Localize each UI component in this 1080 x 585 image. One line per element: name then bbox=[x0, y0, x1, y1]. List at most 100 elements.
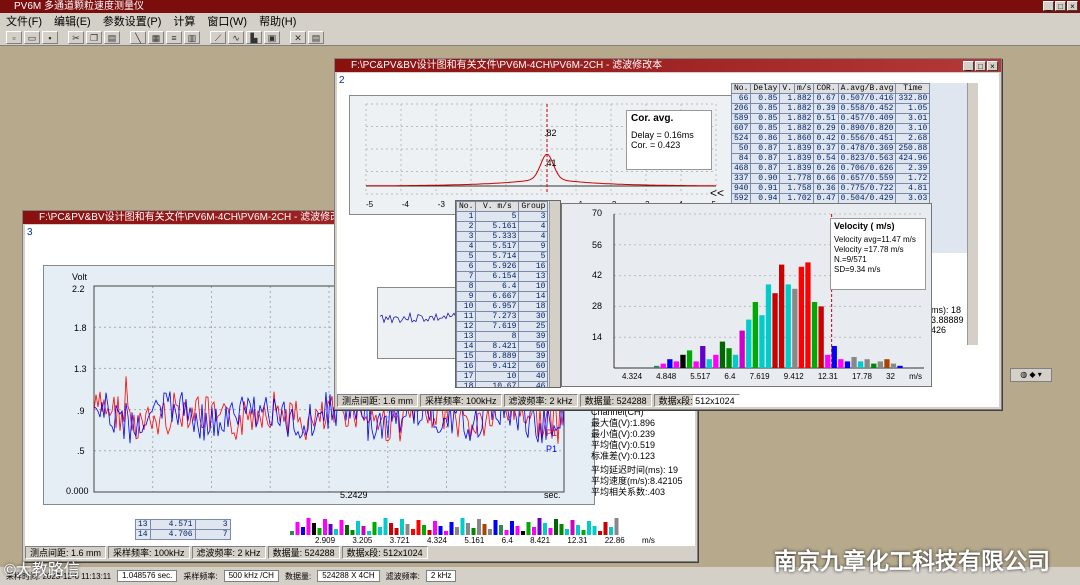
histogram-bar bbox=[449, 522, 454, 535]
x-tick: 9.412 bbox=[783, 372, 804, 381]
signal-icon[interactable]: ∿ bbox=[228, 30, 244, 44]
close-button[interactable]: × bbox=[987, 61, 998, 71]
cell: 1.839 bbox=[779, 163, 815, 174]
cell: 337 bbox=[731, 173, 752, 184]
menu-window[interactable]: 窗口(W) bbox=[201, 13, 253, 29]
menu-edit[interactable]: 编辑(E) bbox=[48, 13, 97, 29]
table-row[interactable]: 12 7.619 25 bbox=[456, 321, 549, 332]
app-title: PV6M 多通道颗粒速度测量仪 bbox=[14, 1, 145, 12]
column-header[interactable]: No. bbox=[731, 83, 752, 94]
open-icon[interactable]: ▭ bbox=[24, 30, 40, 44]
table-row[interactable]: 13 4.571 3 bbox=[135, 519, 231, 530]
pair-table-scrollbar[interactable] bbox=[967, 83, 978, 345]
menu-params[interactable]: 参数设置(P) bbox=[97, 13, 168, 29]
column-header[interactable]: V. m/s bbox=[475, 201, 520, 212]
sample-rate-field[interactable]: 500 kHz /CH bbox=[223, 570, 279, 582]
column-header[interactable]: Group bbox=[518, 201, 549, 212]
table-row[interactable]: 8 6.4 10 bbox=[456, 281, 549, 292]
list-icon[interactable]: ≡ bbox=[166, 30, 182, 44]
close-button[interactable]: × bbox=[1067, 1, 1078, 11]
table-row[interactable]: 84 0.87 1.839 0.54 0.823/0.563 424.96 bbox=[731, 153, 931, 164]
group-table-scrollbar[interactable] bbox=[549, 201, 560, 387]
table-row[interactable]: 153 bbox=[456, 211, 549, 222]
table-row[interactable]: 2 5.161 4 bbox=[456, 221, 549, 232]
table-header-row: No. V. m/s Group bbox=[456, 201, 549, 212]
column-header[interactable]: m/s bbox=[794, 83, 815, 94]
table-row[interactable]: 14 8.421 50 bbox=[456, 341, 549, 352]
table-row[interactable]: 592 0.94 1.702 0.47 0.504/0.429 3.03 bbox=[731, 193, 931, 204]
histogram-bar bbox=[466, 523, 470, 535]
collapse-arrow[interactable]: << bbox=[710, 186, 724, 200]
table-row[interactable]: 589 0.85 1.882 0.51 0.457/0.409 3.01 bbox=[731, 113, 931, 124]
table-row[interactable]: 18 10.67 46 bbox=[456, 381, 549, 387]
table-row[interactable]: 10 6.957 18 bbox=[456, 301, 549, 312]
mini-control[interactable]: ◍ ◆ ▾ bbox=[1010, 368, 1052, 382]
table-icon[interactable]: ▤ bbox=[308, 30, 324, 44]
maximize-button[interactable]: □ bbox=[1055, 1, 1066, 11]
table-row[interactable]: 16 9.412 60 bbox=[456, 361, 549, 372]
velocity-panel: 70 56 42 28 14 Velocity ( m/s) Velocity … bbox=[561, 203, 932, 387]
minimize-button[interactable]: _ bbox=[963, 61, 974, 71]
save-icon[interactable]: ▪ bbox=[42, 30, 58, 44]
maximize-button[interactable]: □ bbox=[975, 61, 986, 71]
table-row[interactable]: 50 0.87 1.839 0.37 0.478/0.369 250.88 bbox=[731, 143, 931, 154]
table-row[interactable]: 468 0.87 1.839 0.26 0.706/0.626 2.39 bbox=[731, 163, 931, 174]
status-bar: 测点间距: 1.6 mm 采样频率: 100kHz 滤波频率: 2 kHz 数据… bbox=[25, 546, 695, 559]
table-row[interactable]: 206 0.85 1.882 0.39 0.558/0.452 1.05 bbox=[731, 103, 931, 114]
column-header[interactable]: V. bbox=[779, 83, 796, 94]
histogram-bar bbox=[779, 264, 785, 368]
cell: 592 bbox=[731, 193, 752, 204]
status-filter: 滤波频率: 2 kHz bbox=[503, 394, 578, 407]
table-row[interactable]: 13 8 39 bbox=[456, 331, 549, 342]
histogram-icon[interactable]: ▙ bbox=[246, 30, 262, 44]
histogram-bar bbox=[383, 518, 388, 535]
table-row[interactable]: 3 5.333 4 bbox=[456, 231, 549, 242]
table-row[interactable]: 66 0.85 1.882 0.67 0.507/0.416 332.80 bbox=[731, 93, 931, 104]
table-row[interactable]: 7 6.154 13 bbox=[456, 271, 549, 282]
column-header[interactable]: Time bbox=[895, 83, 931, 94]
table-row[interactable]: 6 5.926 16 bbox=[456, 261, 549, 272]
tick: 5.161 bbox=[464, 536, 485, 545]
calc-icon[interactable]: ▦ bbox=[148, 30, 164, 44]
copy-icon[interactable]: ❐ bbox=[86, 30, 102, 44]
column-header[interactable]: No. bbox=[456, 201, 477, 212]
column-header[interactable]: COR. bbox=[813, 83, 839, 94]
cell: 1.860 bbox=[779, 133, 815, 144]
grid-icon[interactable]: ▥ bbox=[184, 30, 200, 44]
histogram-bar bbox=[700, 346, 706, 368]
line-icon[interactable]: ⟋ bbox=[210, 30, 226, 44]
cut-icon[interactable]: ✂ bbox=[68, 30, 84, 44]
menu-help[interactable]: 帮助(H) bbox=[253, 13, 302, 29]
table-row[interactable]: 940 0.91 1.758 0.36 0.775/0.722 4.81 bbox=[731, 183, 931, 194]
close-icon[interactable]: ✕ bbox=[290, 30, 306, 44]
table-row[interactable]: 5 5.714 5 bbox=[456, 251, 549, 262]
plot-icon[interactable]: ▣ bbox=[264, 30, 280, 44]
table-row[interactable]: 337 0.90 1.778 0.66 0.657/0.559 1.72 bbox=[731, 173, 931, 184]
menu-file[interactable]: 文件(F) bbox=[0, 13, 48, 29]
histogram-bar bbox=[693, 361, 699, 368]
table-row[interactable]: 524 0.86 1.860 0.42 0.556/0.451 2.68 bbox=[731, 133, 931, 144]
table-row[interactable]: 17 10 40 bbox=[456, 371, 549, 382]
column-header[interactable]: Delay bbox=[750, 83, 781, 94]
window-number: 3 bbox=[27, 227, 33, 238]
paste-icon[interactable]: ▤ bbox=[104, 30, 120, 44]
column-header[interactable]: A.avg/B.avg bbox=[837, 83, 897, 94]
histogram-bar bbox=[350, 530, 355, 535]
table-row[interactable]: 4 5.517 9 bbox=[456, 241, 549, 252]
histogram-bar bbox=[361, 526, 366, 535]
table-row[interactable]: 14 4.706 7 bbox=[135, 529, 231, 540]
table-row[interactable]: 607 0.85 1.882 0.29 0.890/0.820 3.10 bbox=[731, 123, 931, 134]
cell: 9 bbox=[456, 291, 477, 302]
filter-field[interactable]: 2 kHz bbox=[425, 570, 457, 582]
histogram-bar bbox=[680, 354, 686, 368]
table-row[interactable]: 15 8.889 39 bbox=[456, 351, 549, 362]
histogram-bar bbox=[521, 531, 525, 535]
menu-calc[interactable]: 计算 bbox=[167, 13, 201, 29]
avg-correlation: 平均相关系数:.403 bbox=[591, 487, 666, 497]
table-row[interactable]: 11 7.273 30 bbox=[456, 311, 549, 322]
probe-icon[interactable]: ╲ bbox=[130, 30, 146, 44]
table-row[interactable]: 9 6.667 14 bbox=[456, 291, 549, 302]
minimize-button[interactable]: _ bbox=[1043, 1, 1054, 11]
new-icon[interactable]: ▫ bbox=[6, 30, 22, 44]
data-count-field[interactable]: 524288 X 4CH bbox=[317, 570, 380, 582]
